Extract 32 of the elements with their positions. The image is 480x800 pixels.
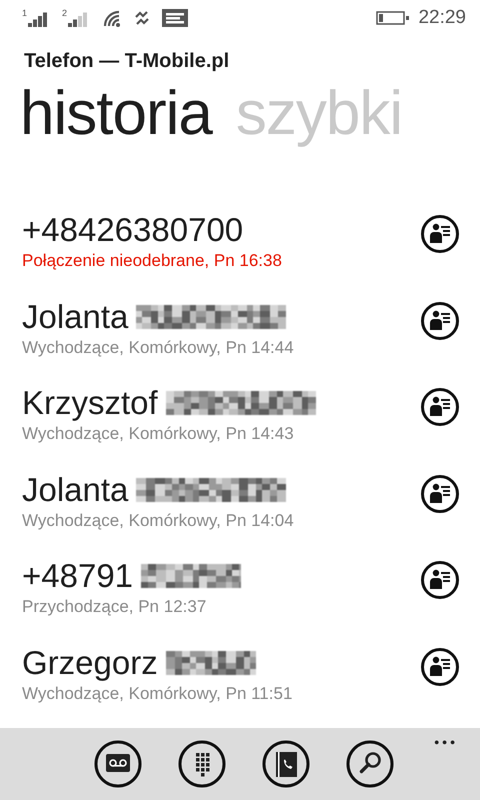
wifi-icon <box>102 9 122 27</box>
contact-name[interactable]: +48791 <box>22 556 134 596</box>
voicemail-button[interactable] <box>92 738 144 790</box>
contacts-button[interactable] <box>260 738 312 790</box>
keypad-button[interactable] <box>176 738 228 790</box>
contact-name[interactable]: Jolanta <box>22 296 128 337</box>
sim-label: 1 <box>22 9 28 18</box>
contact-name[interactable]: Jolanta <box>22 470 128 510</box>
clock-time: 22:29 <box>418 7 466 29</box>
data-icon <box>134 9 150 27</box>
contact-details-icon[interactable] <box>420 560 460 600</box>
call-detail: Wychodzące, Komórkowy, Pn 11:51 <box>22 682 294 705</box>
call-detail: Wychodzące, Komórkowy, Pn 14:04 <box>22 510 295 532</box>
call-detail: Połączenie nieodebrane, Pn 16:38 <box>22 250 283 272</box>
search-button[interactable] <box>344 738 396 790</box>
call-detail: Wychodzące, Komórkowy, Pn 14:44 <box>22 336 295 359</box>
pivot-tab[interactable]: historia <box>20 78 212 150</box>
battery-icon <box>376 11 410 25</box>
contact-name[interactable]: Krzysztof <box>22 383 158 424</box>
contact-details-icon[interactable] <box>420 300 460 341</box>
contact-name[interactable]: +48426380700 <box>22 210 244 250</box>
message-icon <box>162 9 188 27</box>
contact-name[interactable]: Grzegorz <box>22 642 158 683</box>
contact-details-icon[interactable] <box>420 474 460 514</box>
call-detail: Wychodzące, Komórkowy, Pn 14:43 <box>22 423 295 446</box>
contact-details-icon[interactable] <box>420 387 460 428</box>
contact-details-icon[interactable] <box>420 214 460 254</box>
call-detail: Przychodzące, Pn 12:37 <box>22 596 208 618</box>
more-button[interactable]: ••• <box>434 734 458 750</box>
contact-details-icon[interactable] <box>420 646 460 687</box>
app-title: Telefon — T-Mobile.pl <box>24 50 230 72</box>
sim-label: 2 <box>62 9 68 18</box>
